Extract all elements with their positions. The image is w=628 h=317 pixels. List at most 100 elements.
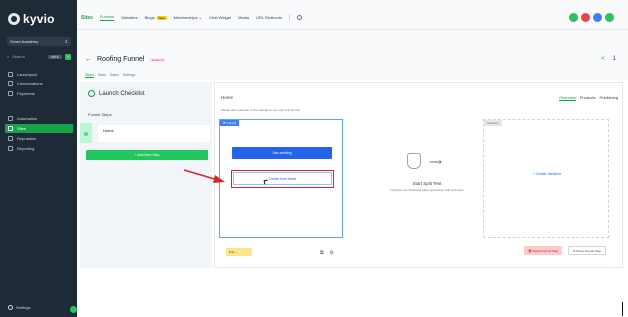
back-arrow-icon[interactable]: ← — [85, 56, 92, 63]
avatar[interactable] — [605, 13, 614, 22]
notifications-icon[interactable] — [581, 13, 590, 22]
beaker-icon — [407, 153, 421, 169]
share-icon[interactable]: < — [601, 56, 605, 62]
tab-products[interactable]: Products — [580, 95, 596, 101]
tab-url-redirects[interactable]: URL Redirects — [256, 15, 282, 20]
variation-card: Variation + Create Variation — [483, 119, 609, 238]
globe-icon — [8, 126, 13, 131]
arrow-right-icon: ⟶ — [429, 157, 442, 167]
chevron-down-icon: ⌄ — [198, 15, 203, 20]
sidebar-item-automation[interactable]: Automation — [5, 114, 73, 123]
text-cursor — [622, 302, 623, 316]
chevron-down-icon: ⌄ — [235, 250, 238, 254]
divider — [288, 14, 290, 21]
funnel-subtabs: Steps Stats Sales Settings — [85, 73, 135, 78]
search-input[interactable]: Search — [12, 54, 25, 59]
tab-publishing[interactable]: Publishing — [600, 95, 618, 101]
control-tag-label: Control — [226, 121, 237, 125]
sidebar-item-label: Launchpad — [17, 72, 37, 77]
tab-media[interactable]: Media — [238, 15, 249, 20]
gear-icon[interactable]: ⚙ — [330, 250, 334, 256]
settings-circle-icon[interactable] — [296, 15, 302, 20]
account-switcher[interactable]: Smart Academy ⇕ — [7, 37, 71, 46]
quick-add-button[interactable]: + — [65, 53, 71, 60]
sidebar-item-launchpad[interactable]: Launchpad — [5, 70, 73, 79]
tab-steps[interactable]: Steps — [85, 73, 94, 78]
app-logo[interactable]: kyvio — [8, 7, 70, 31]
tab-chat-widget[interactable]: Chat Widget — [209, 15, 231, 20]
variation-tag: Variation — [484, 120, 502, 126]
sidebar-item-label: Reporting — [17, 146, 35, 151]
search-icon: ⌕ — [7, 54, 10, 59]
annotation-arrow-icon — [183, 169, 225, 183]
split-test-area: ⟶ Start Split Test Optimize your lead an… — [367, 153, 487, 203]
edit-dropdown[interactable]: Edit ⌄ — [226, 248, 252, 256]
sidebar-item-settings[interactable]: Settings — [8, 305, 30, 310]
gear-icon — [8, 305, 13, 310]
sidebar-search[interactable]: ⌕ Search ctrl K + — [7, 52, 71, 61]
use-existing-button[interactable]: Use existing — [232, 147, 332, 159]
tab-label: Memberships — [173, 15, 198, 20]
tab-memberships[interactable]: Memberships ⌄ — [174, 15, 203, 20]
external-link-icon[interactable]: ⧉ — [320, 250, 324, 256]
chevron-updown-icon: ⇕ — [64, 39, 68, 44]
launch-checklist[interactable]: Launch Checklist — [88, 90, 145, 97]
site-tabs: Sites Funnels Websites Blogs New Membersh… — [81, 14, 302, 21]
sidebar-item-sites[interactable]: Sites — [5, 124, 73, 133]
funnel-header: ← Roofing Funnel Version 2 Steps Stats S… — [77, 30, 628, 80]
tab-blogs[interactable]: Blogs New — [145, 15, 167, 20]
funnel-steps-heading: Funnel Steps — [88, 112, 112, 117]
logo-icon — [8, 13, 20, 25]
section-title: Sites — [81, 14, 93, 21]
help-icon[interactable] — [593, 13, 602, 22]
count-indicator: 1 — [612, 56, 616, 62]
tab-label: Blogs — [144, 15, 155, 20]
tab-sales[interactable]: Sales — [110, 73, 119, 78]
sidebar-item-label: Sites — [17, 126, 26, 131]
version-badge: Version 2 — [149, 57, 166, 62]
sidebar-item-conversations[interactable]: Conversations — [5, 79, 73, 88]
help-widget-button[interactable] — [70, 306, 77, 313]
sidebar-item-label: Automation — [17, 116, 38, 121]
clone-label: Clone Funnel Step — [576, 248, 601, 253]
launch-checklist-label: Launch Checklist — [99, 90, 145, 97]
sidebar-item-reputation[interactable]: Reputation — [5, 134, 73, 143]
new-badge: New — [156, 16, 167, 20]
clone-step-button[interactable]: ⧉ Clone Funnel Step — [568, 246, 606, 255]
logo-text: kyvio — [23, 12, 55, 26]
split-test-title[interactable]: Start Split Test — [367, 181, 487, 186]
step-card[interactable]: Home — [98, 124, 210, 142]
control-card: ⚑ Control Use existing Create from blank… — [219, 119, 343, 256]
sidebar-item-label: Conversations — [17, 81, 43, 86]
sidebar-item-reporting[interactable]: Reporting — [5, 144, 73, 153]
control-actions: ⧉ ⚙ — [320, 250, 334, 256]
phone-icon[interactable] — [569, 13, 578, 22]
sidebar-item-label: Reputation — [17, 136, 37, 141]
funnel-header-actions: < 1 — [601, 56, 616, 62]
search-shortcut: ctrl K — [48, 54, 62, 59]
tab-overview[interactable]: Overview — [559, 95, 576, 101]
check-circle-icon — [88, 90, 95, 97]
tab-websites[interactable]: Websites — [121, 15, 137, 20]
edit-label: Edit — [229, 250, 235, 254]
delete-label: Delete Funnel Step — [532, 248, 559, 253]
account-name: Smart Academy — [10, 39, 39, 44]
tab-stats[interactable]: Stats — [98, 73, 106, 78]
funnel-title-row: ← Roofing Funnel Version 2 — [85, 56, 166, 63]
rocket-icon — [8, 72, 13, 77]
tab-funnels[interactable]: Funnels — [99, 14, 115, 21]
tab-settings[interactable]: Settings — [123, 73, 136, 78]
add-new-step-button[interactable]: + Add New Step — [86, 150, 208, 160]
top-navigation: Sites Funnels Websites Blogs New Membersh… — [77, 0, 628, 30]
create-from-blank-button[interactable]: Create from blank — [233, 172, 332, 185]
step-detail-panel: Home Overview Products Publishing Please… — [214, 82, 623, 268]
sidebar-item-payments[interactable]: Payments — [5, 89, 73, 98]
list-item[interactable]: ▤ Home — [80, 123, 212, 143]
domain-note: Please add a domain in the settings to s… — [221, 108, 301, 112]
delete-step-button[interactable]: 🗑 Delete Funnel Step — [523, 246, 563, 255]
sidebar: kyvio Smart Academy ⇕ ⌕ Search ctrl K + … — [0, 0, 77, 317]
sidebar-item-label: Settings — [16, 305, 31, 310]
control-tag: ⚑ Control — [220, 120, 240, 126]
mouse-cursor-icon — [263, 179, 269, 185]
create-variation-link[interactable]: + Create Variation — [484, 172, 610, 176]
